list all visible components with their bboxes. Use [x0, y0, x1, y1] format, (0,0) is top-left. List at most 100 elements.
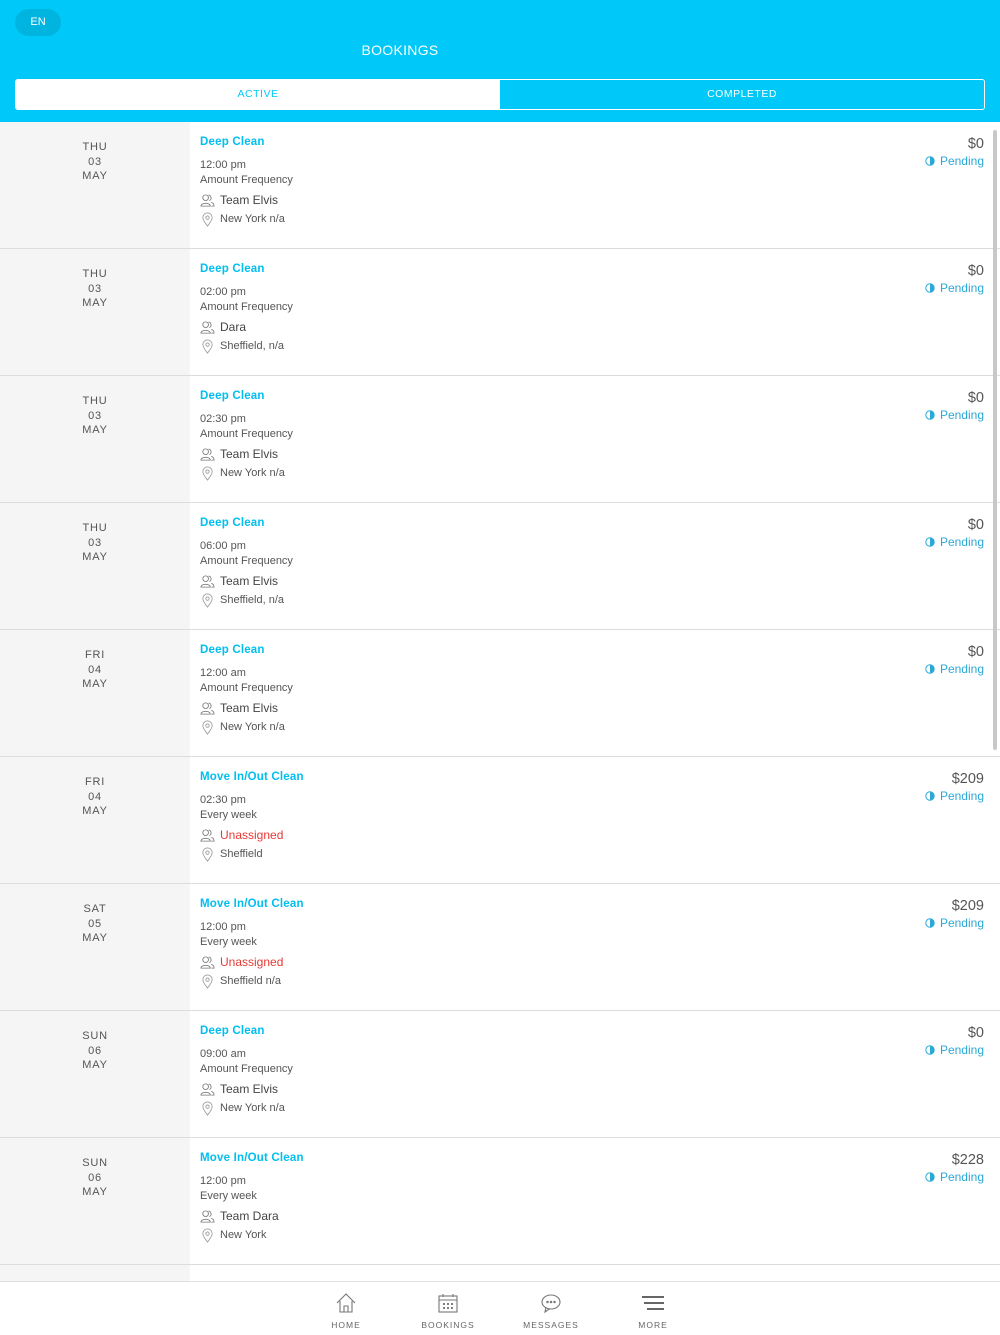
- location-text: New York n/a: [220, 213, 285, 225]
- booking-details: Deep Clean 06:00 pm Amount Frequency Team E…: [200, 517, 800, 609]
- booking-team: Team Elvis: [200, 1079, 800, 1099]
- nav-home[interactable]: HOME: [301, 1282, 391, 1335]
- booking-price: $0: [967, 136, 984, 152]
- team-name: Unassigned: [220, 955, 284, 969]
- status-text: Pending: [939, 789, 984, 803]
- booking-date: SAT 05 MAY: [0, 884, 190, 1010]
- location-text: Sheffield n/a: [220, 975, 281, 987]
- service-name: Move In/Out Clean: [200, 771, 304, 783]
- location-pin-icon: [202, 1101, 213, 1116]
- booking-frequency: Amount Frequency: [200, 301, 293, 313]
- status-text: Pending: [939, 408, 984, 422]
- scrollbar[interactable]: [993, 130, 997, 750]
- nav-more-label: MORE: [638, 1320, 668, 1330]
- booking-location: New York: [200, 1226, 800, 1244]
- booking-location: Sheffield, n/a: [200, 591, 800, 609]
- booking-price: $0: [967, 263, 984, 279]
- status-text: Pending: [939, 662, 984, 676]
- booking-status-tabs: ACTIVE COMPLETED: [15, 79, 985, 110]
- booking-row[interactable]: THU 03 MAY Deep Clean 06:00 pm Amount Frequen…: [0, 503, 1000, 630]
- status-text: Pending: [939, 154, 984, 168]
- team-icon: [200, 828, 215, 842]
- booking-details: Move In/Out Clean 02:30 pm Every week Unass…: [200, 771, 800, 863]
- pending-status-icon: [925, 283, 935, 293]
- booking-frequency: Every week: [200, 809, 257, 821]
- booking-date: [0, 1265, 190, 1281]
- booking-date-number: 06: [88, 1044, 102, 1057]
- booking-location: Sheffield: [200, 845, 800, 863]
- booking-row[interactable]: FRI 04 MAY Move In/Out Clean 02:30 pm Every w…: [0, 757, 1000, 884]
- service-name: Deep Clean: [200, 136, 265, 148]
- status-badge: Pending: [925, 662, 984, 676]
- booking-month: MAY: [82, 932, 108, 944]
- booking-price: $0: [967, 390, 984, 406]
- booking-team: Unassigned: [200, 952, 800, 972]
- booking-row[interactable]: SUN 06 MAY Move In/Out Clean 12:00 pm Every w…: [0, 1138, 1000, 1265]
- booking-row[interactable]: THU 03 MAY Deep Clean 02:00 pm Amount Frequen…: [0, 249, 1000, 376]
- pending-status-icon: [925, 791, 935, 801]
- status-text: Pending: [939, 1170, 984, 1184]
- booking-day: THU: [82, 268, 108, 280]
- bookings-list[interactable]: THU 03 MAY Deep Clean 12:00 pm Amount Frequen…: [0, 122, 1000, 1281]
- location-pin-icon: [202, 847, 213, 862]
- booking-row-partial[interactable]: [0, 1265, 1000, 1281]
- team-icon: [200, 193, 215, 207]
- booking-details: Deep Clean 02:00 pm Amount Frequency Dara Sh…: [200, 263, 800, 355]
- status-badge: Pending: [925, 535, 984, 549]
- booking-location: New York n/a: [200, 210, 800, 228]
- booking-date-number: 03: [88, 536, 102, 549]
- booking-month: MAY: [82, 424, 108, 436]
- location-pin-icon: [202, 466, 213, 481]
- booking-location: Sheffield, n/a: [200, 337, 800, 355]
- booking-time: 06:00 pm: [200, 540, 246, 552]
- booking-date: THU 03 MAY: [0, 503, 190, 629]
- booking-price: $209: [951, 771, 984, 787]
- team-name: Team Elvis: [220, 447, 279, 461]
- booking-date: THU 03 MAY: [0, 376, 190, 502]
- service-name: Move In/Out Clean: [200, 898, 304, 910]
- tab-completed[interactable]: COMPLETED: [500, 80, 984, 109]
- location-text: New York n/a: [220, 1102, 285, 1114]
- booking-date-number: 03: [88, 282, 102, 295]
- booking-team: Dara: [200, 317, 800, 337]
- language-button[interactable]: EN: [15, 9, 61, 36]
- status-badge: Pending: [925, 789, 984, 803]
- booking-row[interactable]: FRI 04 MAY Deep Clean 12:00 am Amount Frequen…: [0, 630, 1000, 757]
- nav-bookings[interactable]: BOOKINGS: [403, 1282, 493, 1335]
- team-name: Team Elvis: [220, 701, 279, 715]
- booking-details: Deep Clean 02:30 pm Amount Frequency Team E…: [200, 390, 800, 482]
- booking-date-number: 03: [88, 409, 102, 422]
- booking-frequency: Amount Frequency: [200, 1063, 293, 1075]
- location-text: New York: [220, 1229, 267, 1241]
- booking-team: Team Elvis: [200, 190, 800, 210]
- team-icon: [200, 1209, 215, 1223]
- nav-messages[interactable]: MESSAGES: [506, 1282, 596, 1335]
- booking-price: $0: [967, 644, 984, 660]
- service-name: Deep Clean: [200, 263, 265, 275]
- booking-frequency: Amount Frequency: [200, 682, 293, 694]
- booking-row[interactable]: SUN 06 MAY Deep Clean 09:00 am Amount Frequen…: [0, 1011, 1000, 1138]
- booking-row[interactable]: SAT 05 MAY Move In/Out Clean 12:00 pm Every w…: [0, 884, 1000, 1011]
- team-icon: [200, 955, 215, 969]
- booking-frequency: Amount Frequency: [200, 174, 293, 186]
- booking-month: MAY: [82, 678, 108, 690]
- nav-home-label: HOME: [331, 1320, 361, 1330]
- booking-date-number: 04: [88, 790, 102, 803]
- nav-more[interactable]: MORE: [608, 1282, 698, 1335]
- booking-details: Deep Clean 09:00 am Amount Frequency Team E…: [200, 1025, 800, 1117]
- pending-status-icon: [925, 537, 935, 547]
- booking-frequency: Every week: [200, 936, 257, 948]
- booking-time: 02:30 pm: [200, 413, 246, 425]
- team-name: Team Elvis: [220, 1082, 279, 1096]
- service-name: Move In/Out Clean: [200, 1152, 304, 1164]
- booking-row[interactable]: THU 03 MAY Deep Clean 12:00 pm Amount Frequen…: [0, 122, 1000, 249]
- booking-row[interactable]: THU 03 MAY Deep Clean 02:30 pm Amount Frequen…: [0, 376, 1000, 503]
- booking-team: Team Elvis: [200, 698, 800, 718]
- status-badge: Pending: [925, 154, 984, 168]
- booking-date-number: 04: [88, 663, 102, 676]
- status-badge: Pending: [925, 281, 984, 295]
- location-text: Sheffield, n/a: [220, 340, 285, 352]
- tab-active[interactable]: ACTIVE: [16, 80, 500, 109]
- booking-date: SUN 06 MAY: [0, 1138, 190, 1264]
- booking-location: New York n/a: [200, 718, 800, 736]
